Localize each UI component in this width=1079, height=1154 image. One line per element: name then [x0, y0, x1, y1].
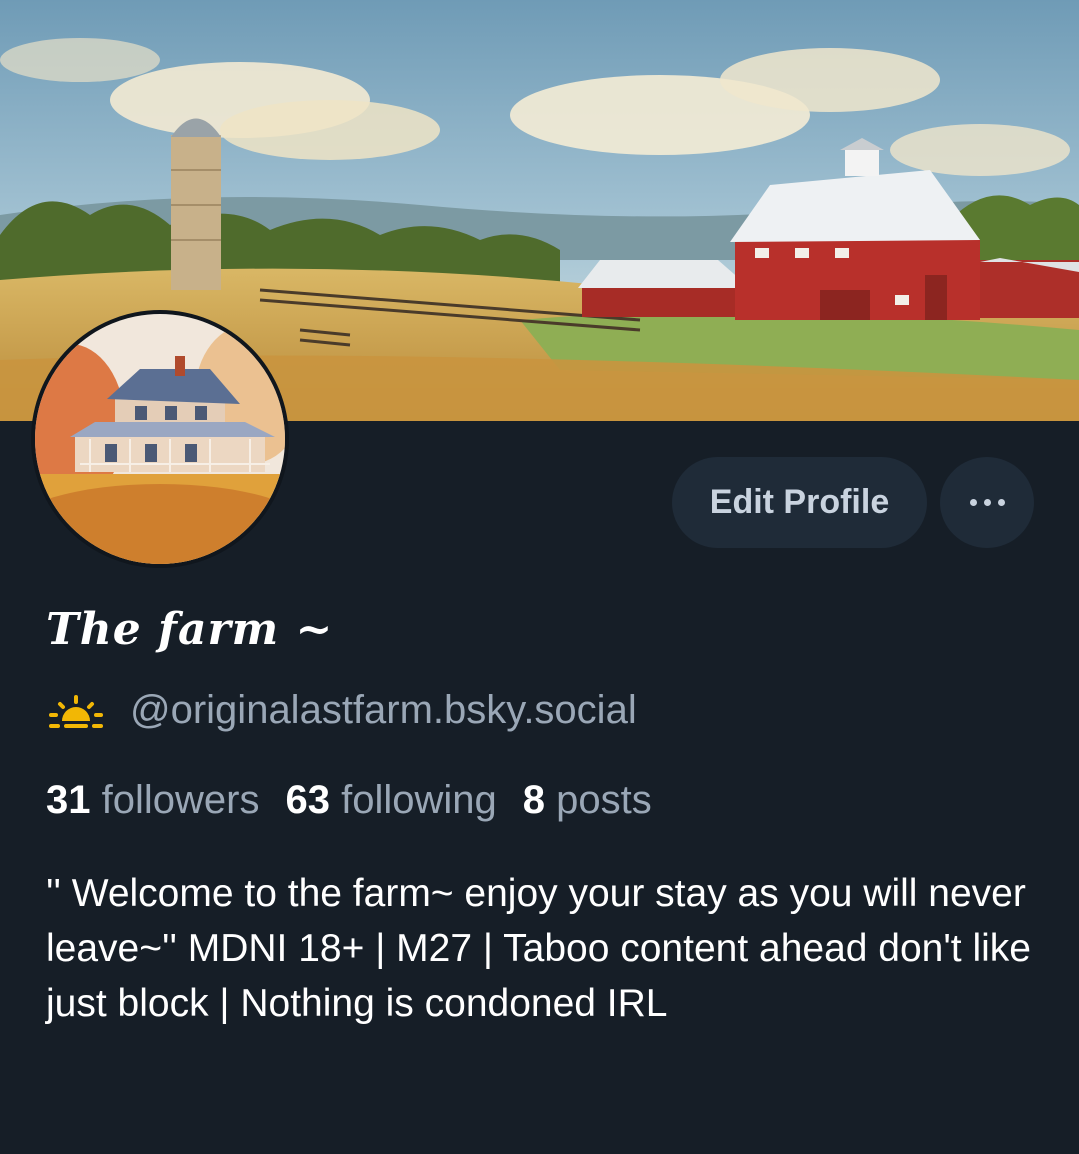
- display-name: The farm ~: [46, 604, 334, 655]
- posts-count: 8: [522, 778, 545, 822]
- sunrise-icon: [49, 694, 103, 728]
- profile-bio: '' Welcome to the farm~ enjoy your stay …: [46, 872, 1031, 1025]
- edit-profile-button[interactable]: Edit Profile: [672, 457, 927, 548]
- followers-count: 31: [46, 778, 91, 822]
- posts-stat: 8 posts: [523, 778, 652, 823]
- followers-label: followers: [101, 778, 260, 822]
- avatar[interactable]: [31, 310, 289, 568]
- profile-stats: 31 followers 63 following 8 posts: [46, 778, 678, 823]
- following-count: 63: [285, 778, 330, 822]
- more-options-button[interactable]: [940, 457, 1034, 548]
- handle[interactable]: @originalastfarm.bsky.social: [130, 688, 637, 733]
- following-link[interactable]: 63 following: [285, 778, 496, 823]
- farmhouse-avatar: [35, 314, 285, 564]
- followers-link[interactable]: 31 followers: [46, 778, 259, 823]
- following-label: following: [341, 778, 497, 822]
- handle-row: @originalastfarm.bsky.social: [48, 688, 637, 733]
- posts-label: posts: [556, 778, 652, 822]
- ellipsis-icon: [969, 499, 1005, 506]
